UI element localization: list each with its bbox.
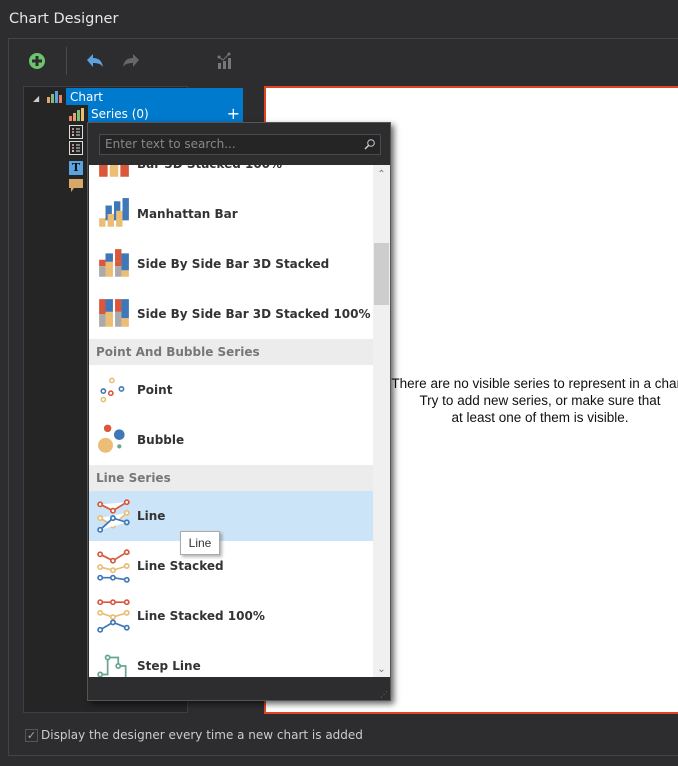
tree-item-chart[interactable]: Chart [66,88,243,105]
display-designer-label[interactable]: Display the designer every time a new ch… [41,728,363,742]
display-designer-checkbox[interactable]: ✓ [25,729,38,742]
undo-button[interactable] [84,50,106,72]
series-type-label: Bubble [137,433,185,447]
chart-wizard-icon [217,52,231,69]
series-type-point[interactable]: Point [89,365,373,415]
list-scrollbar[interactable]: ⌃ ⌄ [373,165,390,677]
expand-arrow-icon[interactable]: ◢ [33,90,39,107]
redo-button[interactable] [120,50,142,72]
scrollbar-thumb[interactable] [374,243,389,305]
series-type-label: Side By Side Bar 3D Stacked [137,257,330,271]
stepline-series-icon [97,654,127,677]
sbs3d100-series-icon [99,299,129,327]
linestacked100-series-icon [97,599,130,633]
scroll-down-icon[interactable]: ⌄ [373,664,390,675]
series-type-label: Point [137,383,173,397]
series-type-bar3dstacked100[interactable]: Bar 3D Stacked 100% [89,165,373,189]
group-header-label: Point And Bubble Series [96,345,260,359]
chart-wizard-button[interactable] [214,50,236,72]
search-input[interactable]: Enter text to search... [99,134,381,155]
tree-item-series[interactable]: Series (0) + [88,104,243,123]
line-series-icon [97,499,130,533]
undo-icon [87,54,103,67]
search-placeholder: Enter text to search... [105,137,236,151]
series-type-linestacked[interactable]: Line Stacked [89,541,373,591]
group-header-label: Line Series [96,471,171,485]
series-type-line[interactable]: Line [89,491,373,541]
series-type-list[interactable]: Bar 3D Stacked 100% Manhattan Bar Side By … [89,165,373,677]
linestacked-series-icon [97,549,130,583]
series-type-label: Line Stacked [137,559,224,573]
series-icon [69,108,84,121]
tooltip: Line [180,531,220,555]
add-button[interactable] [26,50,48,72]
group-header: Line Series [89,465,373,491]
series-type-label: Manhattan Bar [137,207,238,221]
series-type-label: Bar 3D Stacked 100% [137,165,282,171]
redo-icon [123,54,139,67]
tree-item-label: Series (0) [91,106,149,121]
series-type-label: Step Line [137,659,201,673]
resize-grip-icon[interactable]: ⋰ [380,690,388,699]
chart-icon [47,91,62,103]
add-series-button[interactable]: + [227,104,243,123]
series-type-stepline[interactable]: Step Line [89,641,373,677]
scroll-up-icon[interactable]: ⌃ [373,169,390,180]
legend-icon [69,125,83,139]
manhattan-series-icon [99,198,129,227]
series-type-manhattan[interactable]: Manhattan Bar [89,189,373,239]
series-type-sbs3d[interactable]: Side By Side Bar 3D Stacked [89,239,373,289]
series-type-bubble[interactable]: Bubble [89,415,373,465]
sbs3d-series-icon [99,249,129,277]
legend-icon [69,141,83,155]
bubble-series-icon [98,424,125,453]
series-type-label: Line [137,509,166,523]
title-icon: T [69,161,83,175]
series-type-label: Line Stacked 100% [137,609,265,623]
series-type-popup: Enter text to search... Bar 3D Stacked 1… [87,122,391,701]
bar3dstacked100-series-icon [99,165,129,177]
search-icon [364,139,375,150]
series-type-linestacked100[interactable]: Line Stacked 100% [89,591,373,641]
point-series-icon [100,377,125,403]
toolbar-separator [66,47,67,75]
annotation-icon [69,179,83,192]
group-header: Point And Bubble Series [89,339,373,365]
series-type-label: Side By Side Bar 3D Stacked 100% [137,307,371,321]
tree-item-label: Chart [70,89,103,104]
plus-circle-icon [29,53,45,69]
series-type-sbs3d100[interactable]: Side By Side Bar 3D Stacked 100% [89,289,373,339]
window-title: Chart Designer [9,11,119,27]
